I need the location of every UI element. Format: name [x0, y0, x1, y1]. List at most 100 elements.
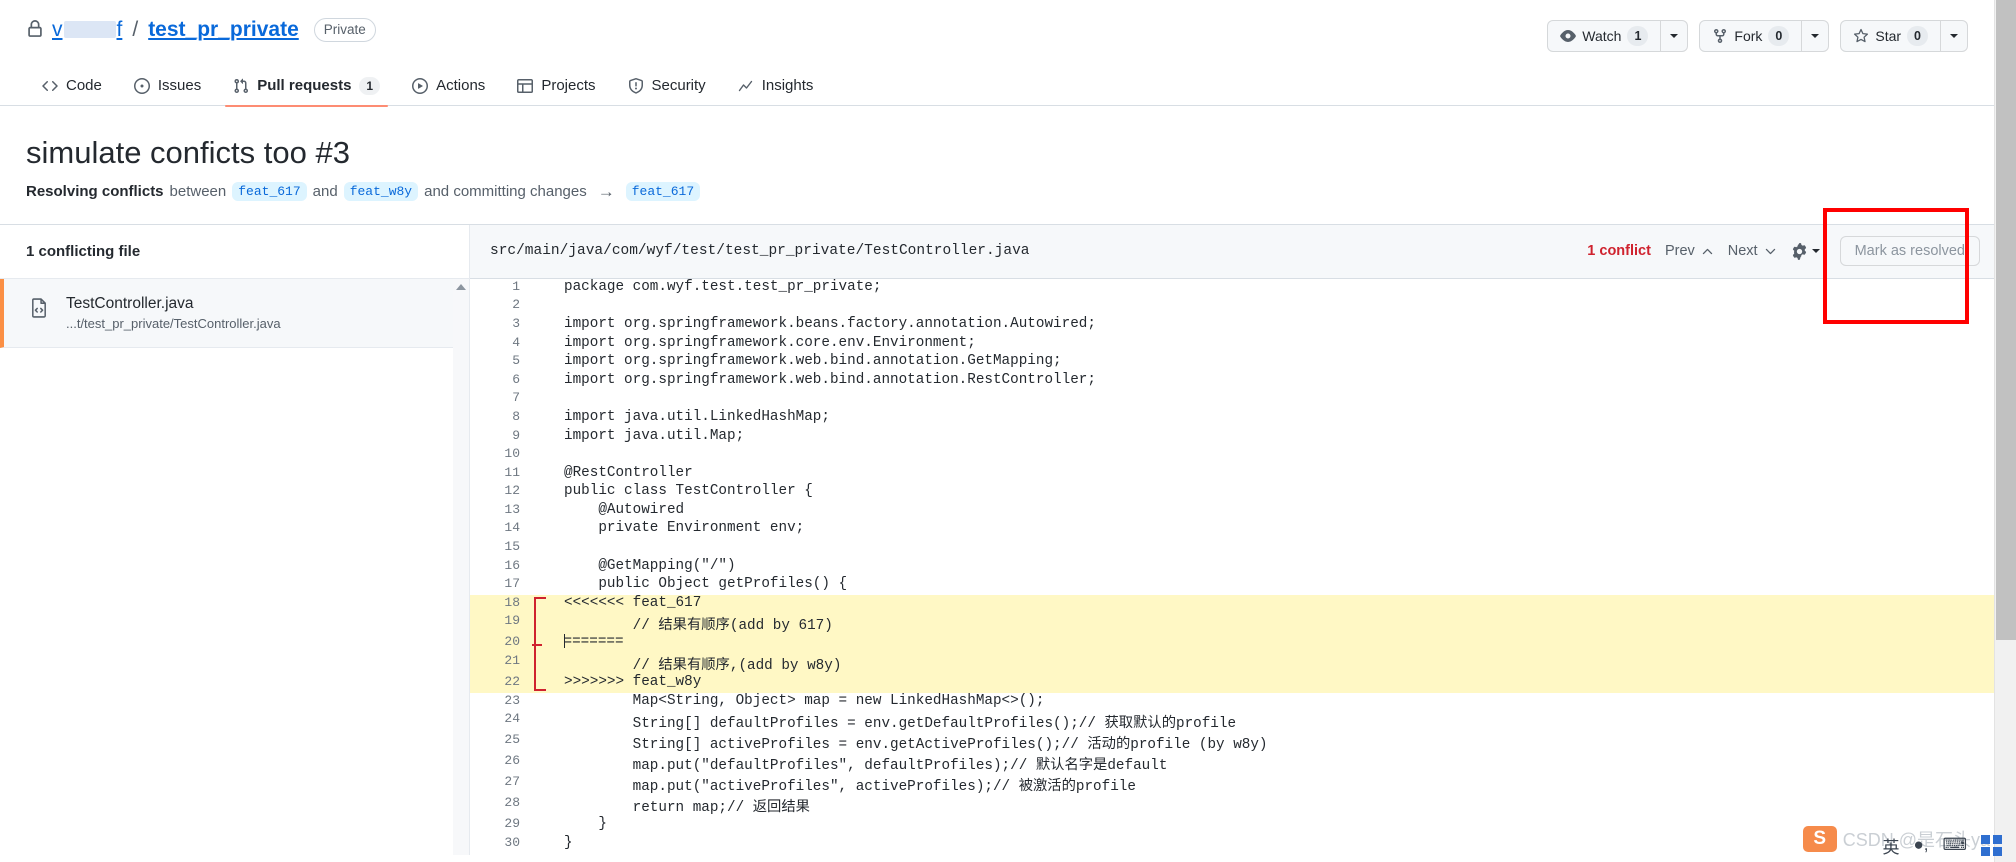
- browser-scrollbar[interactable]: [1994, 0, 2016, 862]
- code-line-content[interactable]: >>>>>>> feat_w8y: [560, 674, 1994, 693]
- code-line-content[interactable]: [560, 446, 1994, 465]
- code-line-marker: [534, 539, 560, 558]
- code-line-row: 15: [470, 539, 1994, 558]
- nav-tab-code[interactable]: Code: [26, 66, 118, 106]
- sidebar-scrollbar[interactable]: [453, 278, 469, 855]
- star-dropdown-button[interactable]: [1940, 20, 1968, 52]
- code-line-content[interactable]: // 结果有顺序(add by 617): [560, 613, 1994, 635]
- code-line-content[interactable]: public Object getProfiles() {: [560, 576, 1994, 595]
- sogou-logo-icon: S: [1802, 826, 1837, 852]
- code-line-content[interactable]: map.put("activeProfiles", activeProfiles…: [560, 774, 1994, 795]
- browser-scrollbar-thumb[interactable]: [1996, 0, 2016, 640]
- code-line-content[interactable]: private Environment env;: [560, 520, 1994, 539]
- nav-tab-issues[interactable]: Issues: [118, 66, 217, 106]
- repository-nav: Code Issues Pull requests 1 Actions Proj…: [0, 66, 1994, 107]
- scroll-up-icon[interactable]: [456, 283, 466, 290]
- code-line-content[interactable]: String[] defaultProfiles = env.getDefaul…: [560, 711, 1994, 732]
- nav-tab-insights[interactable]: Insights: [722, 66, 830, 106]
- nav-tab-security-label: Security: [651, 77, 706, 94]
- code-line-content[interactable]: [560, 539, 1994, 558]
- code-line-number: 18: [470, 594, 534, 614]
- code-line-number: 10: [504, 446, 520, 462]
- code-line-content[interactable]: import java.util.LinkedHashMap;: [560, 409, 1994, 428]
- head-branch-chip[interactable]: feat_w8y: [343, 182, 419, 202]
- chevron-down-icon: [1811, 34, 1820, 38]
- code-line-content[interactable]: [560, 390, 1994, 409]
- code-line-content[interactable]: Map<String, Object> map = new LinkedHash…: [560, 693, 1994, 712]
- code-line-number: 25: [504, 732, 520, 748]
- code-line-number: 26: [504, 753, 520, 769]
- pull-request-header: simulate conficts too #3 Resolving confl…: [0, 106, 1994, 202]
- code-line-number: 4: [512, 334, 520, 350]
- code-line-content[interactable]: import java.util.Map;: [560, 428, 1994, 447]
- nav-tab-actions[interactable]: Actions: [396, 66, 501, 106]
- code-line-marker: [534, 316, 560, 335]
- code-line-content[interactable]: package com.wyf.test.test_pr_private;: [560, 279, 1994, 298]
- nav-tab-projects[interactable]: Projects: [501, 66, 611, 106]
- ime-punctuation-label[interactable]: ●,: [1913, 835, 1928, 855]
- code-line-number: 29: [504, 816, 520, 832]
- code-line-content[interactable]: map.put("defaultProfiles", defaultProfil…: [560, 753, 1994, 774]
- code-line-content[interactable]: }: [560, 835, 1994, 854]
- repo-owner-prefix: v: [52, 18, 63, 41]
- code-line-marker: [534, 279, 560, 298]
- watch-dropdown-button[interactable]: [1660, 20, 1689, 52]
- sidebar-file-text: TestController.java ...t/test_pr_private…: [66, 295, 281, 331]
- target-branch-chip[interactable]: feat_617: [625, 182, 701, 202]
- repo-owner-suffix: f: [116, 18, 123, 41]
- base-branch-chip[interactable]: feat_617: [232, 182, 307, 202]
- code-viewer[interactable]: 1 package com.wyf.test.test_pr_private; 2 3…: [470, 278, 1994, 855]
- code-line-row: 30}: [470, 835, 1994, 854]
- star-button[interactable]: Star 0: [1840, 20, 1940, 52]
- repo-owner-redaction: [63, 21, 116, 38]
- code-line-number: 14: [504, 520, 520, 536]
- nav-tab-pull-requests[interactable]: Pull requests 1: [217, 66, 396, 107]
- ime-toolbar[interactable]: 英 ●, ⌨: [1868, 828, 2016, 862]
- code-line-row: 23 Map<String, Object> map = new LinkedH…: [470, 693, 1994, 712]
- code-line-content[interactable]: import org.springframework.core.env.Envi…: [560, 335, 1994, 354]
- chevron-down-icon: [1670, 34, 1679, 38]
- repo-owner-link[interactable]: vf: [52, 18, 122, 42]
- code-line-number: 12: [504, 483, 520, 499]
- code-line-row: 5 import org.springframework.web.bind.ann…: [470, 353, 1994, 372]
- code-line-marker: [534, 732, 560, 753]
- fork-count: 0: [1768, 26, 1790, 46]
- code-line-content[interactable]: public class TestController {: [560, 483, 1994, 502]
- code-line-content[interactable]: =======: [560, 634, 1994, 654]
- ime-mode-label[interactable]: 英: [1882, 833, 1899, 858]
- next-conflict-button[interactable]: Next: [1728, 243, 1777, 259]
- watch-button[interactable]: Watch 1: [1547, 20, 1661, 52]
- editor-settings-button[interactable]: [1791, 243, 1820, 261]
- mark-as-resolved-button[interactable]: Mark as resolved: [1839, 236, 1980, 267]
- fork-dropdown-button[interactable]: [1801, 20, 1830, 52]
- code-line-content[interactable]: return map;// 返回结果: [560, 795, 1994, 816]
- code-line-number: 27: [504, 774, 520, 790]
- code-line-content[interactable]: @RestController: [560, 465, 1994, 484]
- code-line-content[interactable]: import org.springframework.web.bind.anno…: [560, 353, 1994, 372]
- prev-conflict-button[interactable]: Prev: [1665, 243, 1714, 259]
- code-line-content[interactable]: // 结果有顺序,(add by w8y): [560, 653, 1994, 675]
- code-line-marker: [534, 390, 560, 409]
- code-line-content[interactable]: @Autowired: [560, 502, 1994, 521]
- code-line-content[interactable]: import org.springframework.beans.factory…: [560, 316, 1994, 335]
- code-line-number: 2: [512, 297, 520, 313]
- editor-toolbar: src/main/java/com/wyf/test/test_pr_priva…: [470, 224, 1994, 279]
- code-line-marker: [534, 409, 560, 428]
- ime-tools-icon[interactable]: [1981, 834, 2002, 856]
- code-icon: [42, 78, 58, 94]
- sidebar-file-name: TestController.java: [66, 294, 194, 312]
- code-line-content[interactable]: <<<<<<< feat_617: [560, 594, 1994, 614]
- nav-tab-security[interactable]: Security: [612, 66, 722, 106]
- fork-button[interactable]: Fork 0: [1699, 20, 1802, 52]
- code-line-content[interactable]: @GetMapping("/"): [560, 558, 1994, 577]
- conflicting-files-heading: 1 conflicting file: [0, 224, 469, 279]
- repo-name-link[interactable]: test_pr_private: [148, 18, 299, 42]
- sidebar-item-testcontroller-java[interactable]: TestController.java ...t/test_pr_private…: [0, 278, 469, 348]
- code-line-content[interactable]: [560, 297, 1994, 316]
- code-line-content[interactable]: }: [560, 816, 1994, 835]
- code-line-number: 23: [504, 692, 520, 708]
- ime-keyboard-icon[interactable]: ⌨: [1942, 835, 1967, 855]
- code-line-marker: [534, 428, 560, 447]
- code-line-content[interactable]: import org.springframework.web.bind.anno…: [560, 372, 1994, 391]
- code-line-content[interactable]: String[] activeProfiles = env.getActiveP…: [560, 732, 1994, 753]
